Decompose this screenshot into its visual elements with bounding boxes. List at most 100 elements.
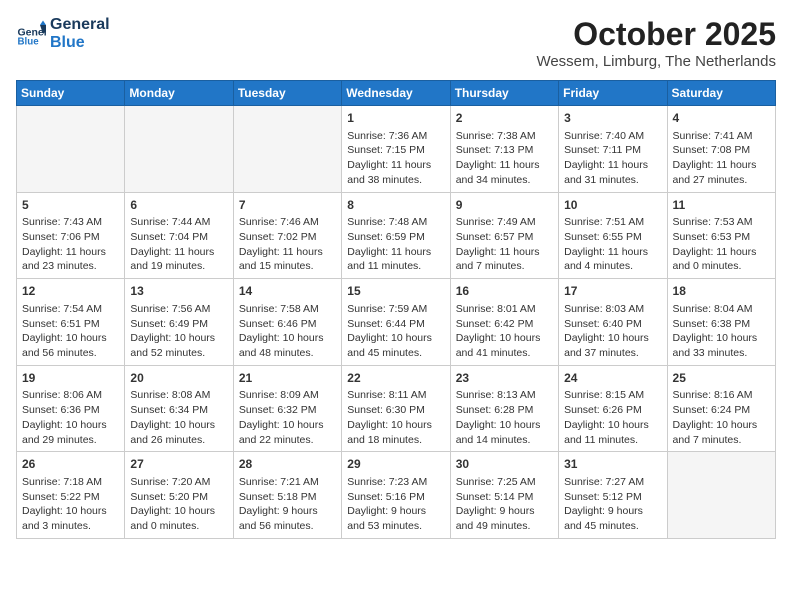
day-info: Sunrise: 7:58 AM Sunset: 6:46 PM Dayligh… <box>239 302 336 361</box>
day-info: Sunrise: 7:46 AM Sunset: 7:02 PM Dayligh… <box>239 215 336 274</box>
day-info: Sunrise: 7:51 AM Sunset: 6:55 PM Dayligh… <box>564 215 661 274</box>
month-title: October 2025 <box>536 16 776 53</box>
weekday-header: Friday <box>559 81 667 106</box>
logo-general: General <box>50 16 110 34</box>
calendar-table: SundayMondayTuesdayWednesdayThursdayFrid… <box>16 80 776 539</box>
calendar-cell: 24Sunrise: 8:15 AM Sunset: 6:26 PM Dayli… <box>559 365 667 452</box>
calendar-cell: 5Sunrise: 7:43 AM Sunset: 7:06 PM Daylig… <box>17 192 125 279</box>
calendar-cell: 20Sunrise: 8:08 AM Sunset: 6:34 PM Dayli… <box>125 365 233 452</box>
calendar-week-row: 5Sunrise: 7:43 AM Sunset: 7:06 PM Daylig… <box>17 192 776 279</box>
day-info: Sunrise: 7:21 AM Sunset: 5:18 PM Dayligh… <box>239 475 336 534</box>
calendar-cell: 12Sunrise: 7:54 AM Sunset: 6:51 PM Dayli… <box>17 279 125 366</box>
calendar-cell: 16Sunrise: 8:01 AM Sunset: 6:42 PM Dayli… <box>450 279 558 366</box>
day-number: 10 <box>564 197 661 214</box>
day-info: Sunrise: 7:44 AM Sunset: 7:04 PM Dayligh… <box>130 215 227 274</box>
day-number: 9 <box>456 197 553 214</box>
calendar-cell: 19Sunrise: 8:06 AM Sunset: 6:36 PM Dayli… <box>17 365 125 452</box>
calendar-week-row: 26 Sunrise: 7:18 AM Sunset: 5:22 PM Dayli… <box>17 452 776 539</box>
weekday-header: Monday <box>125 81 233 106</box>
day-info: Sunrise: 8:11 AM Sunset: 6:30 PM Dayligh… <box>347 388 444 447</box>
day-number: 30 <box>456 456 553 473</box>
svg-text:Blue: Blue <box>18 36 40 47</box>
day-number: 18 <box>673 283 770 300</box>
weekday-header: Thursday <box>450 81 558 106</box>
calendar-cell: 29 Sunrise: 7:23 AM Sunset: 5:16 PM Dayli… <box>342 452 450 539</box>
day-info: Sunrise: 8:16 AM Sunset: 6:24 PM Dayligh… <box>673 388 770 447</box>
weekday-header: Sunday <box>17 81 125 106</box>
day-info: Sunrise: 7:25 AM Sunset: 5:14 PM Dayligh… <box>456 475 553 534</box>
title-area: October 2025 Wessem, Limburg, The Nether… <box>536 16 776 70</box>
day-number: 6 <box>130 197 227 214</box>
calendar-cell: 18Sunrise: 8:04 AM Sunset: 6:38 PM Dayli… <box>667 279 775 366</box>
day-number: 29 <box>347 456 444 473</box>
day-info: Sunrise: 8:01 AM Sunset: 6:42 PM Dayligh… <box>456 302 553 361</box>
day-info: Sunrise: 7:27 AM Sunset: 5:12 PM Dayligh… <box>564 475 661 534</box>
day-info: Sunrise: 7:20 AM Sunset: 5:20 PM Dayligh… <box>130 475 227 534</box>
day-info: Sunrise: 7:41 AM Sunset: 7:08 PM Dayligh… <box>673 129 770 188</box>
calendar-week-row: 19Sunrise: 8:06 AM Sunset: 6:36 PM Dayli… <box>17 365 776 452</box>
calendar-cell: 21Sunrise: 8:09 AM Sunset: 6:32 PM Dayli… <box>233 365 341 452</box>
day-number: 21 <box>239 370 336 387</box>
day-info: Sunrise: 8:13 AM Sunset: 6:28 PM Dayligh… <box>456 388 553 447</box>
calendar-cell: 7Sunrise: 7:46 AM Sunset: 7:02 PM Daylig… <box>233 192 341 279</box>
calendar-cell: 17 Sunrise: 8:03 AM Sunset: 6:40 PM Dayli… <box>559 279 667 366</box>
calendar-cell: 3 Sunrise: 7:40 AM Sunset: 7:11 PM Daylig… <box>559 106 667 193</box>
location: Wessem, Limburg, The Netherlands <box>536 53 776 70</box>
day-number: 14 <box>239 283 336 300</box>
day-number: 2 <box>456 110 553 127</box>
calendar-cell: 31 Sunrise: 7:27 AM Sunset: 5:12 PM Dayli… <box>559 452 667 539</box>
day-info: Sunrise: 8:09 AM Sunset: 6:32 PM Dayligh… <box>239 388 336 447</box>
day-info: Sunrise: 7:59 AM Sunset: 6:44 PM Dayligh… <box>347 302 444 361</box>
day-number: 31 <box>564 456 661 473</box>
day-info: Sunrise: 7:18 AM Sunset: 5:22 PM Dayligh… <box>22 475 119 534</box>
day-info: Sunrise: 7:53 AM Sunset: 6:53 PM Dayligh… <box>673 215 770 274</box>
day-info: Sunrise: 7:43 AM Sunset: 7:06 PM Dayligh… <box>22 215 119 274</box>
day-number: 7 <box>239 197 336 214</box>
calendar-cell: 22Sunrise: 8:11 AM Sunset: 6:30 PM Dayli… <box>342 365 450 452</box>
calendar-cell: 2 Sunrise: 7:38 AM Sunset: 7:13 PM Daylig… <box>450 106 558 193</box>
day-info: Sunrise: 7:56 AM Sunset: 6:49 PM Dayligh… <box>130 302 227 361</box>
day-number: 11 <box>673 197 770 214</box>
day-info: Sunrise: 7:48 AM Sunset: 6:59 PM Dayligh… <box>347 215 444 274</box>
calendar-cell: 27Sunrise: 7:20 AM Sunset: 5:20 PM Dayli… <box>125 452 233 539</box>
day-number: 19 <box>22 370 119 387</box>
day-info: Sunrise: 8:03 AM Sunset: 6:40 PM Dayligh… <box>564 302 661 361</box>
calendar-cell: 4 Sunrise: 7:41 AM Sunset: 7:08 PM Daylig… <box>667 106 775 193</box>
day-number: 8 <box>347 197 444 214</box>
calendar-week-row: 12Sunrise: 7:54 AM Sunset: 6:51 PM Dayli… <box>17 279 776 366</box>
logo-blue: Blue <box>50 34 110 52</box>
day-info: Sunrise: 8:08 AM Sunset: 6:34 PM Dayligh… <box>130 388 227 447</box>
day-info: Sunrise: 7:36 AM Sunset: 7:15 PM Dayligh… <box>347 129 444 188</box>
day-number: 25 <box>673 370 770 387</box>
calendar-cell: 8Sunrise: 7:48 AM Sunset: 6:59 PM Daylig… <box>342 192 450 279</box>
day-number: 3 <box>564 110 661 127</box>
calendar-cell <box>233 106 341 193</box>
weekday-header: Wednesday <box>342 81 450 106</box>
page-header: General Blue General Blue October 2025 W… <box>16 16 776 70</box>
day-number: 26 <box>22 456 119 473</box>
calendar-cell: 11Sunrise: 7:53 AM Sunset: 6:53 PM Dayli… <box>667 192 775 279</box>
day-number: 15 <box>347 283 444 300</box>
day-info: Sunrise: 7:38 AM Sunset: 7:13 PM Dayligh… <box>456 129 553 188</box>
calendar-cell: 26 Sunrise: 7:18 AM Sunset: 5:22 PM Dayli… <box>17 452 125 539</box>
calendar-cell <box>667 452 775 539</box>
calendar-cell: 30 Sunrise: 7:25 AM Sunset: 5:14 PM Dayli… <box>450 452 558 539</box>
day-number: 22 <box>347 370 444 387</box>
day-info: Sunrise: 7:54 AM Sunset: 6:51 PM Dayligh… <box>22 302 119 361</box>
day-number: 4 <box>673 110 770 127</box>
calendar-cell: 1Sunrise: 7:36 AM Sunset: 7:15 PM Daylig… <box>342 106 450 193</box>
day-info: Sunrise: 7:49 AM Sunset: 6:57 PM Dayligh… <box>456 215 553 274</box>
calendar-cell: 10Sunrise: 7:51 AM Sunset: 6:55 PM Dayli… <box>559 192 667 279</box>
day-number: 17 <box>564 283 661 300</box>
logo: General Blue General Blue <box>16 16 110 51</box>
day-number: 13 <box>130 283 227 300</box>
day-info: Sunrise: 8:15 AM Sunset: 6:26 PM Dayligh… <box>564 388 661 447</box>
calendar-cell: 28Sunrise: 7:21 AM Sunset: 5:18 PM Dayli… <box>233 452 341 539</box>
day-number: 23 <box>456 370 553 387</box>
calendar-cell: 9Sunrise: 7:49 AM Sunset: 6:57 PM Daylig… <box>450 192 558 279</box>
day-info: Sunrise: 7:23 AM Sunset: 5:16 PM Dayligh… <box>347 475 444 534</box>
calendar-cell <box>125 106 233 193</box>
day-info: Sunrise: 7:40 AM Sunset: 7:11 PM Dayligh… <box>564 129 661 188</box>
calendar-cell: 25Sunrise: 8:16 AM Sunset: 6:24 PM Dayli… <box>667 365 775 452</box>
calendar-cell <box>17 106 125 193</box>
